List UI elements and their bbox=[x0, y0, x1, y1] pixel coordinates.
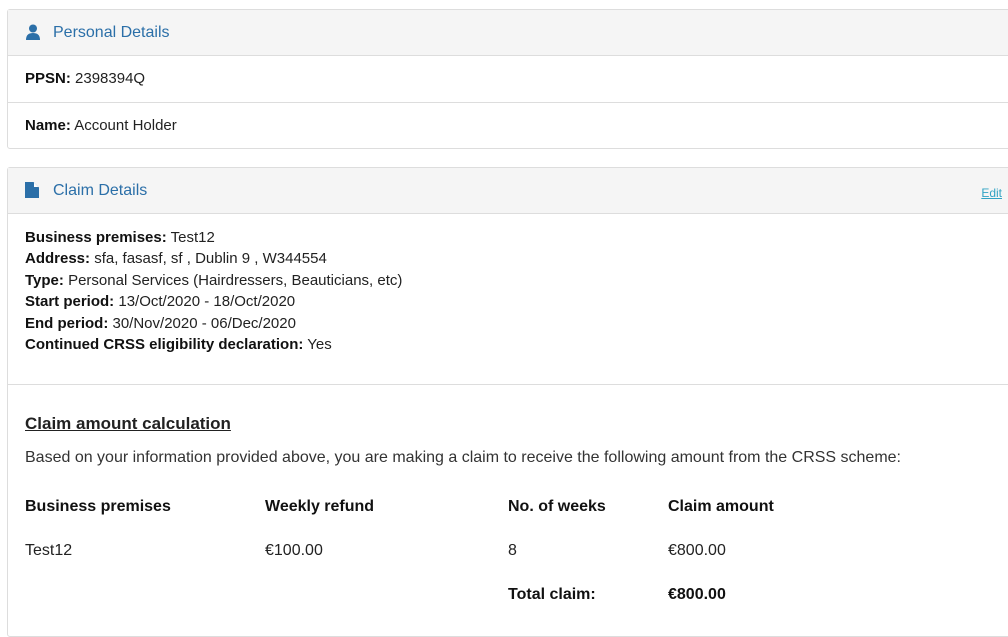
field-label: Address: bbox=[25, 250, 91, 268]
field-value: Test12 bbox=[170, 229, 215, 246]
personal-details-heading: Personal Details bbox=[8, 10, 1008, 56]
claim-details-panel: Claim Details Edit Business premises: Te… bbox=[7, 167, 1008, 637]
cell-business-premises: Test12 bbox=[25, 542, 73, 559]
personal-details-title: Personal Details bbox=[53, 24, 170, 41]
field-business-premises: Business premises: Test12 bbox=[25, 227, 402, 248]
name-value: Account Holder bbox=[74, 117, 177, 134]
edit-link[interactable]: Edit bbox=[981, 186, 1002, 200]
field-value: Personal Services (Hairdressers, Beautic… bbox=[68, 271, 403, 289]
header-no-of-weeks: No. of weeks bbox=[508, 498, 606, 515]
user-icon bbox=[25, 24, 41, 40]
header-business-premises: Business premises bbox=[25, 498, 171, 515]
personal-details-panel: Personal Details PPSN: 2398394Q Name: Ac… bbox=[7, 9, 1008, 149]
field-label: Type: bbox=[25, 271, 64, 289]
claim-details-heading: Claim Details Edit bbox=[8, 168, 1008, 214]
ppsn-label: PPSN: bbox=[25, 70, 71, 87]
calculation-title: Claim amount calculation bbox=[25, 414, 231, 433]
ppsn-row: PPSN: 2398394Q bbox=[8, 56, 1008, 103]
field-end-period: End period: 30/Nov/2020 - 06/Dec/2020 bbox=[25, 313, 402, 334]
total-claim-label: Total claim: bbox=[508, 586, 596, 603]
calculation-intro: Based on your information provided above… bbox=[25, 449, 901, 466]
field-value: 30/Nov/2020 - 06/Dec/2020 bbox=[112, 314, 296, 332]
header-weekly-refund: Weekly refund bbox=[265, 498, 375, 515]
field-address: Address: sfa, fasasf, sf , Dublin 9 , W3… bbox=[25, 248, 402, 269]
field-value: 13/Oct/2020 - 18/Oct/2020 bbox=[118, 293, 296, 311]
claim-details-title: Claim Details bbox=[53, 182, 148, 199]
field-label: End period: bbox=[25, 314, 109, 332]
document-icon bbox=[25, 182, 41, 198]
ppsn-value: 2398394Q bbox=[75, 70, 146, 87]
total-claim-value: €800.00 bbox=[668, 586, 726, 603]
header-claim-amount: Claim amount bbox=[668, 498, 774, 515]
cell-claim-amount: €800.00 bbox=[668, 542, 726, 559]
field-label: Start period: bbox=[25, 293, 115, 311]
field-value: Yes bbox=[307, 336, 332, 354]
cell-no-of-weeks: 8 bbox=[508, 542, 517, 559]
claim-calculation-section: Claim amount calculation Based on your i… bbox=[8, 385, 1008, 630]
name-row: Name: Account Holder bbox=[8, 103, 1008, 150]
field-label: Business premises: bbox=[25, 229, 167, 246]
field-eligibility-declaration: Continued CRSS eligibility declaration: … bbox=[25, 334, 402, 355]
field-label: Continued CRSS eligibility declaration: bbox=[25, 336, 304, 354]
claim-fields: Business premises: Test12 Address: sfa, … bbox=[8, 214, 1008, 385]
name-label: Name: bbox=[25, 117, 71, 134]
field-value: sfa, fasasf, sf , Dublin 9 , W344554 bbox=[94, 250, 327, 268]
cell-weekly-refund: €100.00 bbox=[265, 542, 323, 559]
field-type: Type: Personal Services (Hairdressers, B… bbox=[25, 270, 402, 291]
field-start-period: Start period: 13/Oct/2020 - 18/Oct/2020 bbox=[25, 291, 402, 312]
